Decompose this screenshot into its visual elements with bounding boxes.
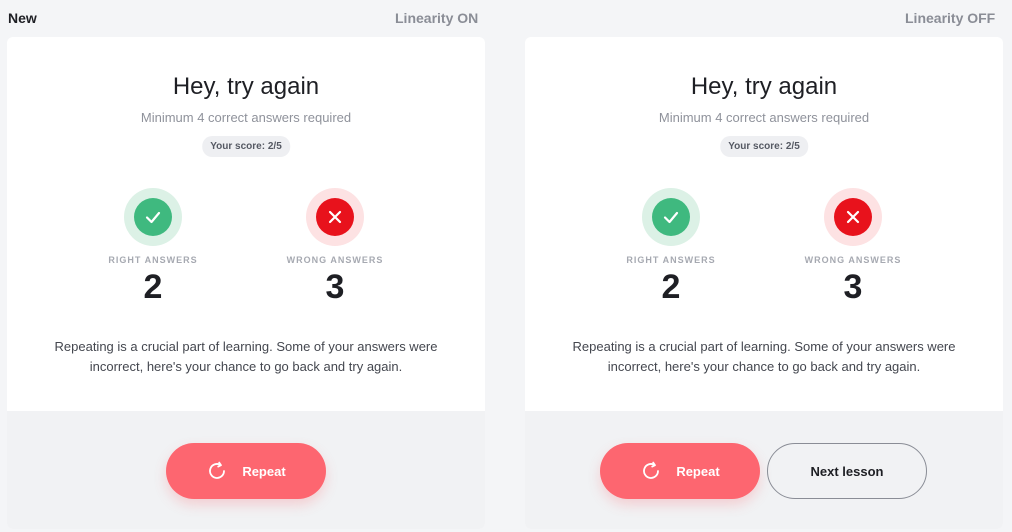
right-answers-count: 2 bbox=[143, 268, 163, 306]
result-subtitle: Minimum 4 correct answers required bbox=[658, 110, 870, 125]
wrong-answers-label: WRONG ANSWERS bbox=[804, 255, 902, 265]
close-icon bbox=[316, 198, 354, 236]
wrong-answers-count: 3 bbox=[843, 268, 863, 306]
repeat-icon bbox=[640, 460, 662, 482]
result-message: Repeating is a crucial part of learning.… bbox=[572, 339, 956, 374]
check-icon-halo bbox=[124, 188, 182, 246]
close-icon bbox=[834, 198, 872, 236]
result-message: Repeating is a crucial part of learning.… bbox=[54, 339, 438, 374]
check-icon-halo bbox=[642, 188, 700, 246]
card-footer: Repeat Next lesson bbox=[525, 411, 1003, 529]
wrong-answers-label: WRONG ANSWERS bbox=[286, 255, 384, 265]
result-card-linearity-off: Hey, try again Minimum 4 correct answers… bbox=[525, 37, 1003, 529]
right-answers-stat: RIGHT ANSWERS 2 bbox=[83, 188, 223, 307]
repeat-icon bbox=[206, 460, 228, 482]
check-icon bbox=[134, 198, 172, 236]
score-badge: Your score: 2/5 bbox=[202, 136, 290, 157]
result-card-linearity-on: Hey, try again Minimum 4 correct answers… bbox=[7, 37, 485, 529]
score-badge: Your score: 2/5 bbox=[720, 136, 808, 157]
wrong-answers-stat: WRONG ANSWERS 3 bbox=[265, 188, 405, 307]
close-icon-halo bbox=[306, 188, 364, 246]
close-icon-halo bbox=[824, 188, 882, 246]
right-answers-count: 2 bbox=[661, 268, 681, 306]
result-title: Hey, try again bbox=[172, 73, 320, 100]
repeat-button-label: Repeat bbox=[242, 463, 286, 479]
repeat-button[interactable]: Repeat bbox=[600, 443, 760, 499]
repeat-button-label: Repeat bbox=[676, 463, 720, 479]
repeat-button[interactable]: Repeat bbox=[166, 443, 326, 499]
right-answers-label: RIGHT ANSWERS bbox=[626, 255, 716, 265]
wrong-answers-stat: WRONG ANSWERS 3 bbox=[783, 188, 923, 307]
result-title: Hey, try again bbox=[690, 73, 838, 100]
linearity-off-label: Linearity OFF bbox=[905, 10, 996, 26]
result-subtitle: Minimum 4 correct answers required bbox=[140, 110, 352, 125]
wrong-answers-count: 3 bbox=[325, 268, 345, 306]
linearity-on-label: Linearity ON bbox=[395, 10, 479, 26]
next-lesson-button[interactable]: Next lesson bbox=[767, 443, 927, 499]
right-answers-stat: RIGHT ANSWERS 2 bbox=[601, 188, 741, 307]
check-icon bbox=[652, 198, 690, 236]
right-answers-label: RIGHT ANSWERS bbox=[108, 255, 198, 265]
card-footer: Repeat bbox=[7, 411, 485, 529]
new-label: New bbox=[8, 10, 37, 26]
